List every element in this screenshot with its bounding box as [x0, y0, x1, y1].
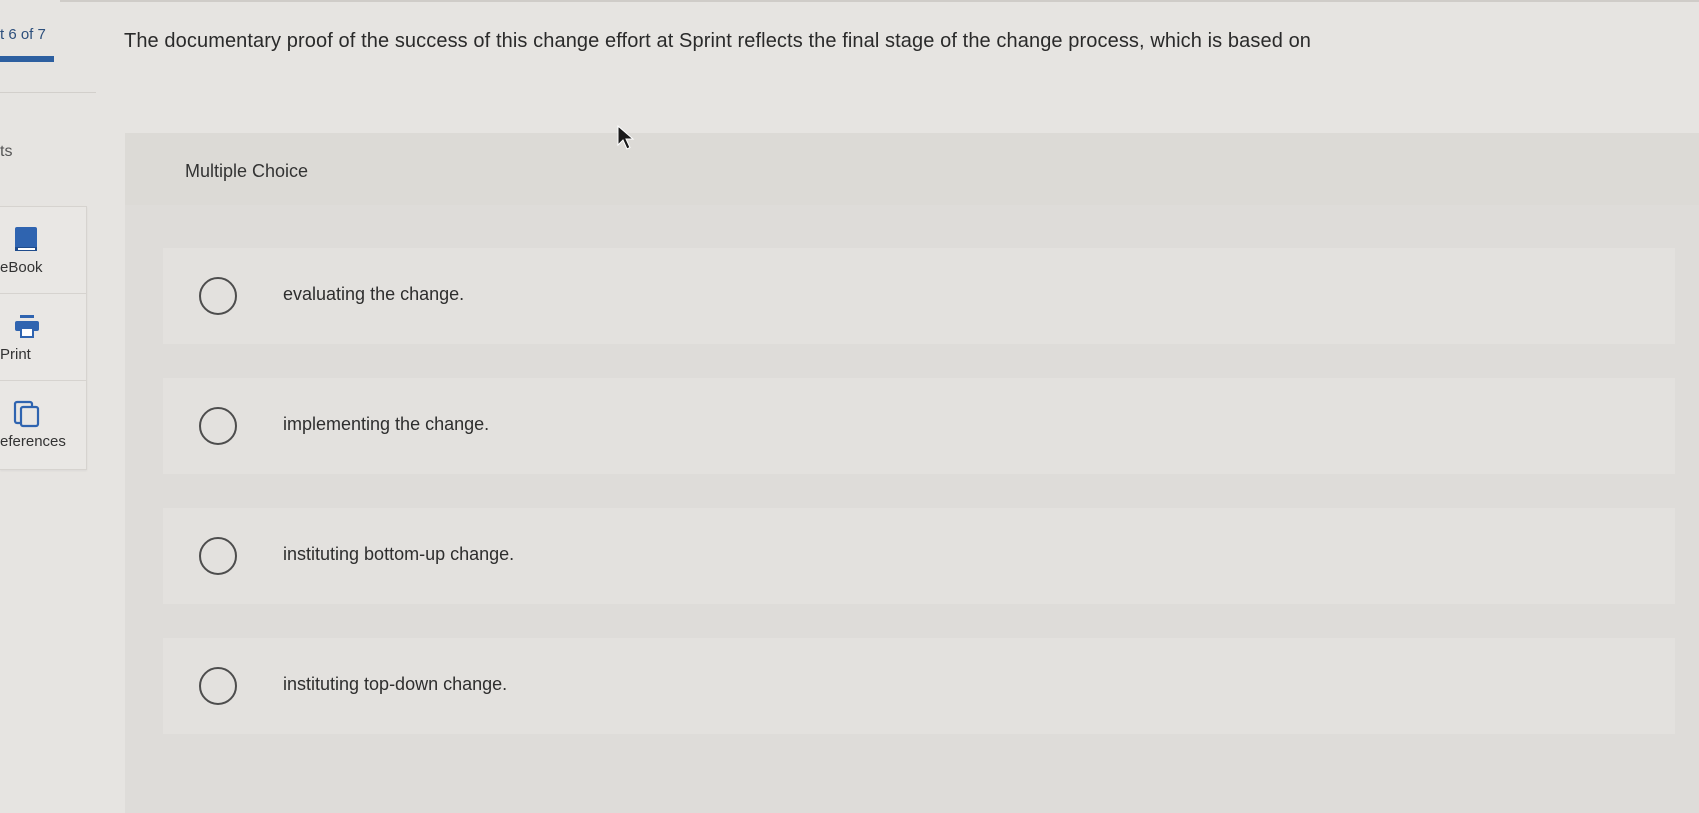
sidebar-divider — [0, 92, 96, 93]
answer-option-2[interactable]: implementing the change. — [163, 378, 1675, 474]
progress-bar — [0, 56, 54, 62]
ebook-button[interactable]: eBook — [0, 207, 86, 294]
references-button[interactable]: eferences — [0, 381, 86, 467]
card-header: Multiple Choice — [125, 133, 1699, 205]
tool-panel: eBook Print eferences — [0, 206, 87, 470]
answer-option-3[interactable]: instituting bottom-up change. — [163, 508, 1675, 604]
radio-button[interactable] — [199, 277, 237, 315]
ebook-label: eBook — [0, 259, 43, 276]
question-type-label: Multiple Choice — [185, 161, 309, 181]
answer-option-text: instituting top-down change. — [283, 674, 508, 694]
printer-icon — [15, 315, 39, 338]
radio-button[interactable] — [199, 537, 237, 575]
book-icon — [15, 227, 37, 251]
points-label: ts — [0, 143, 13, 160]
print-button[interactable]: Print — [0, 294, 86, 381]
multiple-choice-card: Multiple Choice evaluating the change. i… — [125, 133, 1699, 813]
print-label: Print — [0, 346, 31, 363]
answer-option-1[interactable]: evaluating the change. — [163, 248, 1675, 344]
answer-option-4[interactable]: instituting top-down change. — [163, 638, 1675, 734]
top-divider — [60, 0, 1699, 2]
answer-option-text: instituting bottom-up change. — [283, 544, 515, 564]
answer-option-text: evaluating the change. — [283, 284, 465, 304]
mouse-pointer-icon — [617, 125, 635, 150]
question-progress-label: t 6 of 7 — [0, 26, 46, 43]
radio-button[interactable] — [199, 667, 237, 705]
references-icon — [13, 400, 40, 428]
question-text: The documentary proof of the success of … — [124, 30, 1312, 52]
references-label: eferences — [0, 433, 66, 450]
radio-button[interactable] — [199, 407, 237, 445]
answer-option-text: implementing the change. — [283, 414, 490, 434]
